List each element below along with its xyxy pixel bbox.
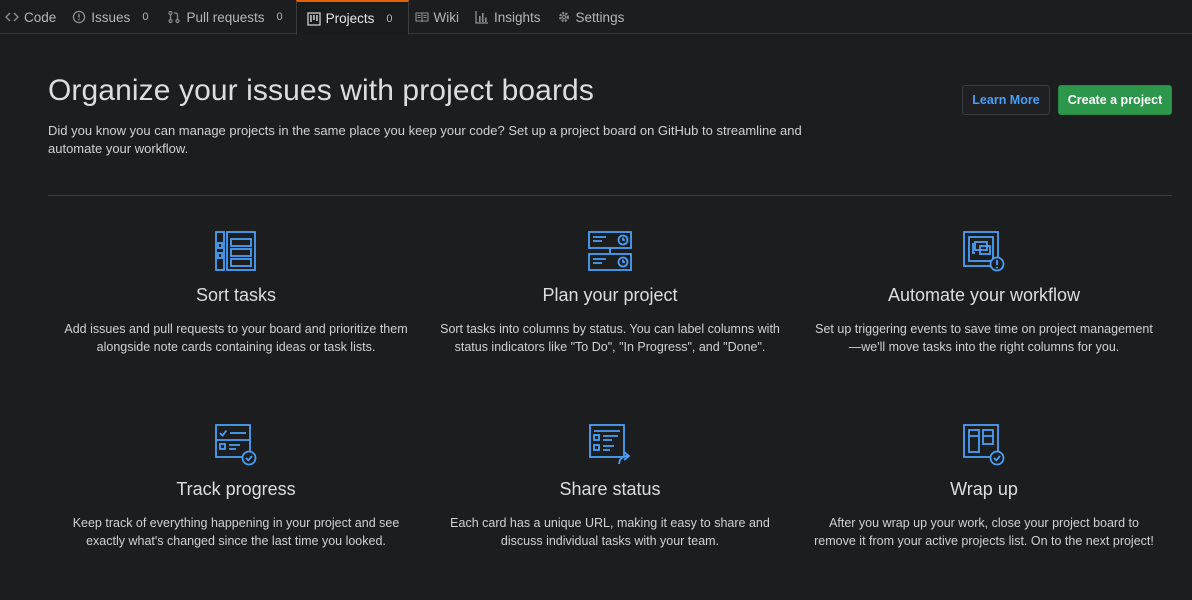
- feature-description: After you wrap up your work, close your …: [814, 516, 1154, 548]
- pull-request-icon: [167, 10, 181, 24]
- feature-title: Plan your project: [542, 285, 678, 305]
- feature-wrap-up: Wrap up After you wrap up your work, clo…: [804, 423, 1164, 550]
- tab-label: Wiki: [433, 9, 460, 25]
- feature-plan-project: Plan your project Sort tasks into column…: [430, 229, 790, 356]
- feature-title: Track progress: [176, 479, 296, 499]
- feature-track-progress: Track progress Keep track of everything …: [56, 423, 416, 550]
- plan-project-icon: [588, 231, 632, 271]
- tab-label: Settings: [575, 9, 625, 25]
- repo-tab-nav: Code Issues 0 Pull requests 0 Projects 0…: [0, 0, 1192, 35]
- tab-projects[interactable]: Projects 0: [295, 0, 409, 35]
- tab-label: Issues: [91, 9, 131, 25]
- feature-share-status: Share status Each card has a unique URL,…: [430, 423, 790, 550]
- feature-automate-workflow: Automate your workflow Set up triggering…: [804, 229, 1164, 356]
- section-divider: [48, 195, 1172, 196]
- feature-description: Keep track of everything happening in yo…: [72, 516, 400, 548]
- tab-counter: 0: [142, 11, 149, 23]
- tab-counter: 0: [386, 12, 393, 25]
- tab-label: Code: [24, 9, 57, 25]
- feature-title: Sort tasks: [195, 285, 277, 305]
- tab-counter: 0: [276, 11, 283, 23]
- tab-label: Pull requests: [186, 9, 265, 25]
- tab-settings[interactable]: Settings: [551, 0, 635, 34]
- share-status-icon: [589, 424, 631, 465]
- feature-description: Each card has a unique URL, making it ea…: [450, 516, 770, 548]
- gear-icon: [557, 10, 571, 24]
- tab-issues[interactable]: Issues 0: [66, 0, 161, 34]
- track-progress-icon: [215, 424, 257, 466]
- feature-description: Add issues and pull requests to your boa…: [64, 322, 408, 354]
- project-icon: [306, 11, 321, 26]
- tab-pull-requests[interactable]: Pull requests 0: [161, 0, 295, 34]
- book-icon: [414, 10, 429, 24]
- tab-insights[interactable]: Insights: [469, 0, 551, 34]
- learn-more-button[interactable]: Learn More: [962, 85, 1050, 115]
- wrap-up-icon: [963, 424, 1005, 466]
- feature-title: Share status: [559, 479, 661, 499]
- tab-label: Projects: [325, 11, 375, 26]
- code-icon: [5, 10, 19, 24]
- feature-description: Set up triggering events to save time on…: [815, 322, 1153, 354]
- tab-wiki[interactable]: Wiki: [409, 0, 470, 34]
- sort-tasks-icon: [215, 231, 256, 271]
- tab-code[interactable]: Code: [0, 0, 66, 34]
- feature-title: Wrap up: [950, 479, 1018, 499]
- issue-icon: [72, 10, 86, 24]
- create-project-button[interactable]: Create a project: [1058, 85, 1172, 115]
- graph-icon: [475, 10, 489, 24]
- feature-sort-tasks: Sort tasks Add issues and pull requests …: [56, 229, 416, 356]
- page-description: Did you know you can manage projects in …: [48, 123, 802, 156]
- feature-description: Sort tasks into columns by status. You c…: [440, 322, 780, 354]
- tab-label: Insights: [494, 9, 541, 25]
- automate-workflow-icon: [963, 231, 1005, 272]
- page-title: Organize your issues with project boards: [48, 74, 594, 107]
- feature-title: Automate your workflow: [887, 285, 1081, 305]
